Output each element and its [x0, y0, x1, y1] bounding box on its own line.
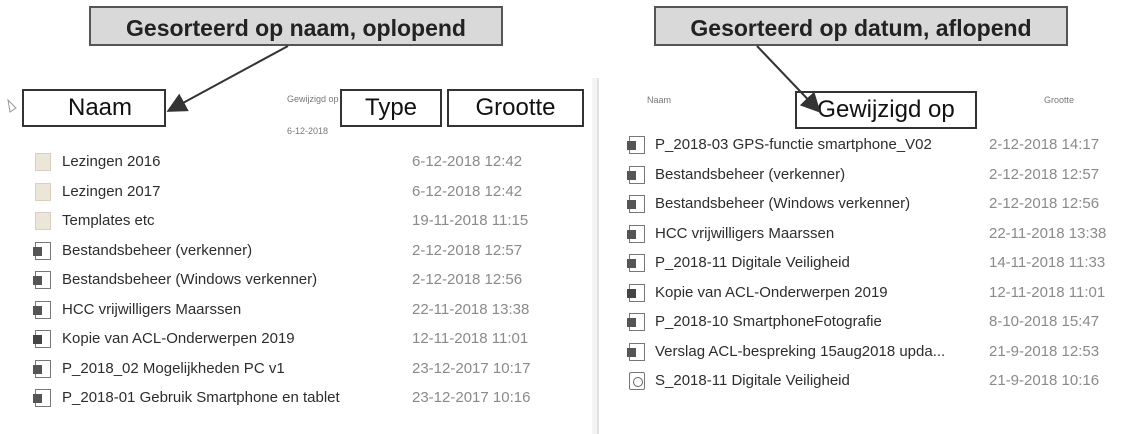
pdf-icon — [629, 372, 645, 390]
file-row[interactable]: Kopie van ACL-Onderwerpen 2019 12-11-2018… — [0, 325, 592, 353]
file-row[interactable]: Lezingen 2016 6-12-2018 12:42 — [0, 148, 592, 176]
file-row[interactable]: Bestandsbeheer (Windows verkenner) 2-12-2… — [0, 266, 592, 294]
file-row[interactable]: Templates etc 19-11-2018 11:15 — [0, 207, 592, 235]
left-file-list: Gewijzigd op 6-12-2018 Lezingen 2016 6-12… — [0, 78, 592, 434]
word-icon — [627, 195, 645, 213]
banner-sorted-by-name: Gesorteerd op naam, oplopend — [89, 6, 503, 46]
file-modified-date: 21-9-2018 10:16 — [989, 372, 1100, 389]
file-row[interactable]: Lezingen 2017 6-12-2018 12:42 — [0, 178, 592, 206]
powerpoint-icon — [627, 313, 645, 331]
file-modified-date: 2-12-2018 12:57 — [989, 165, 1100, 183]
file-name: Templates etc — [62, 212, 155, 229]
callout-modified-column[interactable]: Gewijzigd op — [795, 91, 977, 129]
folder-icon — [35, 153, 51, 171]
file-name: HCC vrijwilligers Maarssen — [62, 300, 242, 318]
file-modified-date: 8-10-2018 15:47 — [989, 313, 1100, 330]
powerpoint-icon — [33, 241, 51, 260]
callout-size-column[interactable]: Grootte — [447, 89, 584, 127]
file-name: Kopie van ACL-Onderwerpen 2019 — [655, 283, 888, 301]
word-icon — [627, 224, 645, 243]
file-row[interactable]: P_2018-11 Digitale Veiligheid 14-11-2018 … — [599, 249, 1139, 277]
column-header-modified-small[interactable]: Gewijzigd op — [287, 94, 339, 104]
file-name: Kopie van ACL-Onderwerpen 2019 — [62, 330, 295, 347]
callout-type-column[interactable]: Type — [340, 89, 442, 127]
file-name: Bestandsbeheer (verkenner) — [62, 241, 253, 259]
file-modified-date: 23-12-2017 10:17 — [412, 359, 531, 377]
file-modified-date: 22-11-2018 13:38 — [412, 300, 530, 318]
file-row[interactable]: P_2018-01 Gebruik Smartphone en tablet 23… — [0, 384, 592, 412]
file-row[interactable]: HCC vrijwilligers Maarssen 22-11-2018 13:… — [599, 220, 1139, 248]
file-row[interactable]: Kopie van ACL-Onderwerpen 2019 12-11-2018… — [599, 279, 1139, 307]
file-name: Bestandsbeheer (Windows verkenner) — [655, 195, 911, 212]
file-modified-date: 12-11-2018 11:01 — [412, 330, 529, 347]
file-row[interactable]: Verslag ACL-bespreking 15aug2018 upda...… — [599, 338, 1139, 366]
file-name: P_2018-01 Gebruik Smartphone en tablet — [62, 389, 340, 406]
right-file-list: Naam Grootte P_2018-03 GPS-functie smart… — [597, 78, 1139, 434]
word-icon — [33, 271, 51, 289]
file-modified-date: 22-11-2018 13:38 — [989, 224, 1107, 242]
file-row[interactable]: Bestandsbeheer (Windows verkenner) 2-12-2… — [599, 190, 1139, 218]
file-name: Lezingen 2016 — [62, 153, 161, 170]
file-modified-date: 2-12-2018 12:56 — [412, 271, 523, 288]
folder-icon — [35, 182, 51, 201]
file-name: P_2018-10 SmartphoneFotografie — [655, 313, 882, 330]
powerpoint-icon — [627, 254, 645, 272]
file-modified-date: 2-12-2018 14:17 — [989, 136, 1100, 153]
excel-icon — [627, 283, 645, 302]
excel-icon — [33, 330, 51, 348]
file-modified-date: 2-12-2018 12:57 — [412, 241, 523, 259]
file-modified-date: 2-12-2018 12:56 — [989, 195, 1100, 212]
file-name: Verslag ACL-bespreking 15aug2018 upda... — [655, 342, 946, 360]
file-name: HCC vrijwilligers Maarssen — [655, 224, 835, 242]
file-modified-date: 23-12-2017 10:16 — [412, 389, 531, 406]
callout-name-column[interactable]: Naam — [22, 89, 166, 127]
folder-icon — [35, 212, 51, 230]
file-name: P_2018-03 GPS-functie smartphone_V02 — [655, 136, 932, 153]
file-modified-date: 21-9-2018 12:53 — [989, 342, 1100, 360]
file-modified-date: 12-11-2018 11:01 — [989, 283, 1106, 301]
file-name: P_2018-11 Digitale Veiligheid — [655, 254, 850, 271]
file-modified-date: 6-12-2018 12:42 — [412, 153, 523, 170]
powerpoint-icon — [33, 389, 51, 407]
file-name: P_2018_02 Mogelijkheden PC v1 — [62, 359, 285, 377]
file-name: Lezingen 2017 — [62, 182, 161, 200]
file-row[interactable]: S_2018-11 Digitale Veiligheid 21-9-2018 1… — [599, 367, 1139, 395]
word-icon — [33, 300, 51, 319]
file-row[interactable]: Bestandsbeheer (verkenner) 2-12-2018 12:5… — [0, 237, 592, 265]
file-modified-date: 6-12-2018 12:42 — [412, 182, 523, 200]
powerpoint-icon — [627, 165, 645, 184]
file-row[interactable]: Bestandsbeheer (verkenner) 2-12-2018 12:5… — [599, 161, 1139, 189]
header-date-fragment: 6-12-2018 — [287, 126, 329, 136]
powerpoint-icon — [33, 359, 51, 378]
word-icon — [627, 342, 645, 361]
column-header-size-small[interactable]: Grootte — [1044, 95, 1074, 105]
file-modified-date: 14-11-2018 11:33 — [989, 254, 1106, 271]
file-row[interactable]: HCC vrijwilligers Maarssen 22-11-2018 13:… — [0, 296, 592, 324]
powerpoint-icon — [627, 136, 645, 154]
file-row[interactable]: P_2018_02 Mogelijkheden PC v1 23-12-2017 … — [0, 355, 592, 383]
file-name: S_2018-11 Digitale Veiligheid — [655, 372, 850, 389]
file-name: Bestandsbeheer (verkenner) — [655, 165, 846, 183]
file-row[interactable]: P_2018-10 SmartphoneFotografie 8-10-2018 … — [599, 308, 1139, 336]
file-name: Bestandsbeheer (Windows verkenner) — [62, 271, 318, 288]
file-row[interactable]: P_2018-03 GPS-functie smartphone_V02 2-12… — [599, 131, 1139, 159]
file-modified-date: 19-11-2018 11:15 — [412, 212, 529, 229]
column-header-name-small[interactable]: Naam — [647, 95, 671, 105]
banner-sorted-by-date: Gesorteerd op datum, aflopend — [654, 6, 1068, 46]
